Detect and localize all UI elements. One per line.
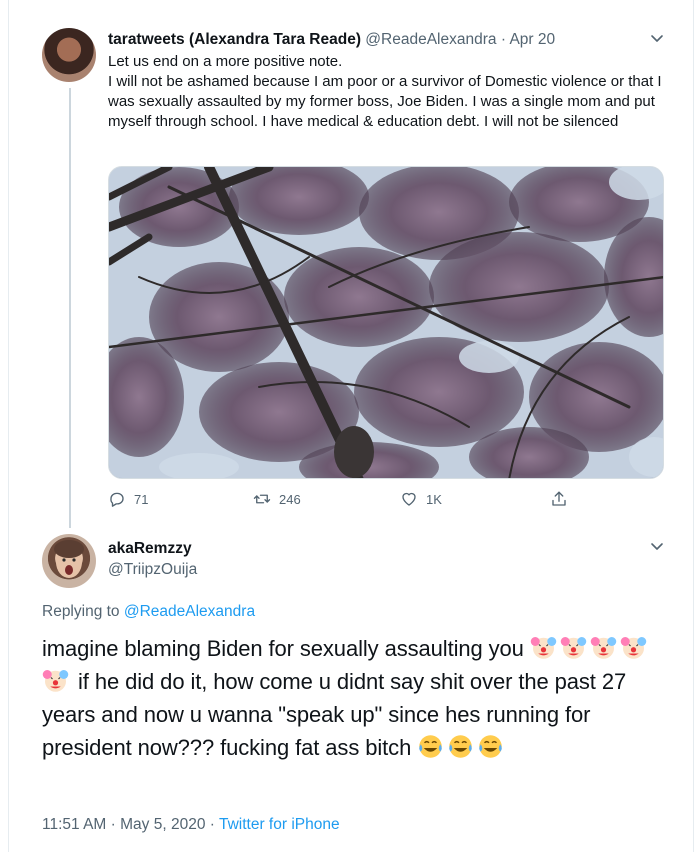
clown-face-emoji [530, 634, 557, 661]
replying-to-link[interactable]: @ReadeAlexandra [124, 603, 255, 620]
clown-face-emoji [620, 634, 647, 661]
avatar[interactable] [42, 534, 96, 588]
separator-dot: · [500, 31, 506, 48]
tweet-timestamp: 11:51 AM · May 5, 2020 · Twitter for iPh… [42, 816, 340, 834]
tweet-text: Let us end on a more positive note. I wi… [108, 52, 668, 132]
tears-of-joy-emoji [477, 733, 504, 760]
tears-of-joy-emoji [447, 733, 474, 760]
separator-dot: · [110, 816, 116, 833]
replying-to-label: Replying to [42, 603, 120, 620]
share-button[interactable] [550, 490, 568, 508]
tweet-actions: 71 246 1K [108, 490, 588, 514]
speech-bubble-icon [108, 490, 126, 508]
retweet-arrows-icon [253, 490, 271, 508]
user-handle[interactable]: @TriipzOuija [108, 561, 197, 579]
tweet-text-line: Let us end on a more positive note. [108, 53, 343, 70]
tweet-text-line: I will not be ashamed because I am poor … [108, 73, 662, 130]
like-button[interactable]: 1K [400, 490, 442, 508]
clown-face-emoji [560, 634, 587, 661]
tweet-date[interactable]: Apr 20 [509, 31, 555, 48]
clown-face-emoji [42, 667, 69, 694]
chevron-down-icon[interactable] [649, 538, 665, 557]
reply-text: imagine blaming Biden for sexually assau… [42, 632, 672, 764]
tears-of-joy-emoji [417, 733, 444, 760]
tweet-photo-wisteria[interactable] [108, 166, 664, 479]
reply-button[interactable]: 71 [108, 490, 148, 508]
heart-icon [400, 490, 418, 508]
separator-dot: · [209, 816, 215, 833]
avatar[interactable] [42, 28, 96, 82]
user-handle[interactable]: @ReadeAlexandra [365, 31, 496, 48]
tweet-header: taratweets (Alexandra Tara Reade) @Reade… [108, 30, 668, 50]
wisteria-photo [109, 167, 663, 478]
display-name[interactable]: taratweets (Alexandra Tara Reade) [108, 31, 361, 48]
share-upload-icon [550, 490, 568, 508]
retweet-count: 246 [279, 491, 301, 507]
clown-face-emoji [590, 634, 617, 661]
chevron-down-icon[interactable] [649, 30, 665, 49]
retweet-button[interactable]: 246 [253, 490, 301, 508]
tweet-full-date[interactable]: May 5, 2020 [120, 816, 205, 833]
tweet-time[interactable]: 11:51 AM [42, 816, 106, 833]
thread-connector-line [69, 88, 71, 528]
reply-text-part: if he did do it, how come u didnt say sh… [42, 669, 627, 760]
replying-to-line: Replying to @ReadeAlexandra [42, 603, 255, 621]
reply-text-part: imagine blaming Biden for sexually assau… [42, 636, 524, 661]
display-name[interactable]: akaRemzzy [108, 540, 192, 558]
reply-count: 71 [134, 491, 149, 507]
tweet-source[interactable]: Twitter for iPhone [219, 816, 340, 833]
like-count: 1K [426, 491, 442, 507]
